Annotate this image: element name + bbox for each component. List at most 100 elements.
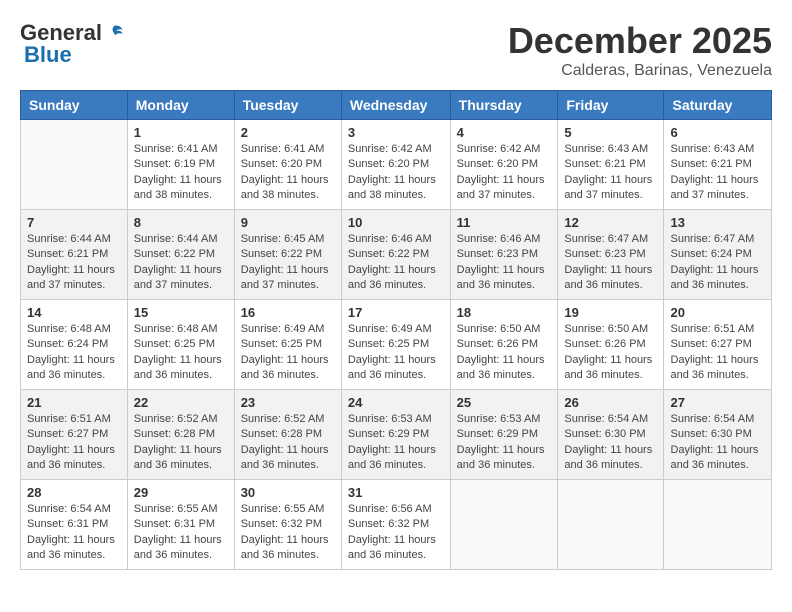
calendar-week-row: 28Sunrise: 6:54 AMSunset: 6:31 PMDayligh… <box>21 480 772 570</box>
day-number: 24 <box>348 395 444 410</box>
day-header-friday: Friday <box>558 91 664 120</box>
day-header-thursday: Thursday <box>450 91 558 120</box>
day-number: 19 <box>564 305 657 320</box>
day-number: 14 <box>27 305 121 320</box>
day-info: Sunrise: 6:47 AMSunset: 6:24 PMDaylight:… <box>670 232 765 294</box>
day-info: Sunrise: 6:44 AMSunset: 6:22 PMDaylight:… <box>134 232 228 294</box>
month-title: December 2025 <box>508 20 772 62</box>
calendar-day-cell: 25 Sunrise: 6:53 AMSunset: 6:29 PMDayligh… <box>450 390 558 480</box>
day-number: 12 <box>564 215 657 230</box>
calendar-day-cell: 9 Sunrise: 6:45 AMSunset: 6:22 PMDaylight… <box>234 210 341 300</box>
calendar-day-cell <box>21 120 128 210</box>
location: Calderas, Barinas, Venezuela <box>508 62 772 80</box>
day-info: Sunrise: 6:46 AMSunset: 6:23 PMDaylight:… <box>457 232 552 294</box>
calendar-day-cell <box>664 480 772 570</box>
day-number: 17 <box>348 305 444 320</box>
day-number: 3 <box>348 125 444 140</box>
calendar-week-row: 1 Sunrise: 6:41 AMSunset: 6:19 PMDaylight… <box>21 120 772 210</box>
day-number: 9 <box>241 215 335 230</box>
day-number: 2 <box>241 125 335 140</box>
calendar-day-cell: 2 Sunrise: 6:41 AMSunset: 6:20 PMDaylight… <box>234 120 341 210</box>
day-number: 22 <box>134 395 228 410</box>
day-info: Sunrise: 6:50 AMSunset: 6:26 PMDaylight:… <box>457 322 552 384</box>
day-header-sunday: Sunday <box>21 91 128 120</box>
day-info: Sunrise: 6:55 AMSunset: 6:31 PMDaylight:… <box>134 502 228 564</box>
calendar-day-cell: 15 Sunrise: 6:48 AMSunset: 6:25 PMDayligh… <box>127 300 234 390</box>
calendar-day-cell: 20 Sunrise: 6:51 AMSunset: 6:27 PMDayligh… <box>664 300 772 390</box>
day-number: 16 <box>241 305 335 320</box>
day-header-monday: Monday <box>127 91 234 120</box>
calendar-day-cell: 5Sunrise: 6:43 AMSunset: 6:21 PMDaylight… <box>558 120 664 210</box>
day-info: Sunrise: 6:52 AMSunset: 6:28 PMDaylight:… <box>241 412 335 474</box>
logo: General Blue <box>20 20 124 68</box>
day-info: Sunrise: 6:49 AMSunset: 6:25 PMDaylight:… <box>241 322 335 384</box>
day-info: Sunrise: 6:51 AMSunset: 6:27 PMDaylight:… <box>670 322 765 384</box>
day-info: Sunrise: 6:54 AMSunset: 6:30 PMDaylight:… <box>670 412 765 474</box>
calendar-day-cell <box>558 480 664 570</box>
logo-blue-text: Blue <box>24 42 72 68</box>
calendar-day-cell: 18Sunrise: 6:50 AMSunset: 6:26 PMDayligh… <box>450 300 558 390</box>
day-info: Sunrise: 6:46 AMSunset: 6:22 PMDaylight:… <box>348 232 444 294</box>
calendar-day-cell: 19 Sunrise: 6:50 AMSunset: 6:26 PMDayligh… <box>558 300 664 390</box>
calendar-day-cell: 26Sunrise: 6:54 AMSunset: 6:30 PMDayligh… <box>558 390 664 480</box>
day-info: Sunrise: 6:53 AMSunset: 6:29 PMDaylight:… <box>457 412 552 474</box>
day-info: Sunrise: 6:45 AMSunset: 6:22 PMDaylight:… <box>241 232 335 294</box>
day-info: Sunrise: 6:42 AMSunset: 6:20 PMDaylight:… <box>348 142 444 204</box>
day-number: 31 <box>348 485 444 500</box>
day-info: Sunrise: 6:55 AMSunset: 6:32 PMDaylight:… <box>241 502 335 564</box>
day-info: Sunrise: 6:56 AMSunset: 6:32 PMDaylight:… <box>348 502 444 564</box>
calendar-day-cell: 27 Sunrise: 6:54 AMSunset: 6:30 PMDayligh… <box>664 390 772 480</box>
day-number: 1 <box>134 125 228 140</box>
day-info: Sunrise: 6:48 AMSunset: 6:25 PMDaylight:… <box>134 322 228 384</box>
calendar-day-cell: 16 Sunrise: 6:49 AMSunset: 6:25 PMDayligh… <box>234 300 341 390</box>
day-number: 10 <box>348 215 444 230</box>
calendar-day-cell: 30 Sunrise: 6:55 AMSunset: 6:32 PMDayligh… <box>234 480 341 570</box>
day-number: 11 <box>457 215 552 230</box>
day-number: 8 <box>134 215 228 230</box>
calendar-day-cell: 24 Sunrise: 6:53 AMSunset: 6:29 PMDayligh… <box>341 390 450 480</box>
calendar-day-cell: 4Sunrise: 6:42 AMSunset: 6:20 PMDaylight… <box>450 120 558 210</box>
day-info: Sunrise: 6:41 AMSunset: 6:19 PMDaylight:… <box>134 142 228 204</box>
day-number: 29 <box>134 485 228 500</box>
day-info: Sunrise: 6:50 AMSunset: 6:26 PMDaylight:… <box>564 322 657 384</box>
day-info: Sunrise: 6:54 AMSunset: 6:31 PMDaylight:… <box>27 502 121 564</box>
day-number: 20 <box>670 305 765 320</box>
logo-bird-icon <box>104 23 124 43</box>
calendar-day-cell: 17 Sunrise: 6:49 AMSunset: 6:25 PMDayligh… <box>341 300 450 390</box>
day-number: 30 <box>241 485 335 500</box>
day-info: Sunrise: 6:53 AMSunset: 6:29 PMDaylight:… <box>348 412 444 474</box>
calendar-day-cell: 31 Sunrise: 6:56 AMSunset: 6:32 PMDayligh… <box>341 480 450 570</box>
calendar-day-cell: 6Sunrise: 6:43 AMSunset: 6:21 PMDaylight… <box>664 120 772 210</box>
day-number: 27 <box>670 395 765 410</box>
calendar-day-cell: 21Sunrise: 6:51 AMSunset: 6:27 PMDayligh… <box>21 390 128 480</box>
day-number: 25 <box>457 395 552 410</box>
calendar-day-cell: 8 Sunrise: 6:44 AMSunset: 6:22 PMDaylight… <box>127 210 234 300</box>
day-number: 4 <box>457 125 552 140</box>
calendar-day-cell: 14 Sunrise: 6:48 AMSunset: 6:24 PMDayligh… <box>21 300 128 390</box>
day-info: Sunrise: 6:49 AMSunset: 6:25 PMDaylight:… <box>348 322 444 384</box>
day-number: 7 <box>27 215 121 230</box>
calendar-day-cell: 7 Sunrise: 6:44 AMSunset: 6:21 PMDaylight… <box>21 210 128 300</box>
calendar-day-cell: 22Sunrise: 6:52 AMSunset: 6:28 PMDayligh… <box>127 390 234 480</box>
day-info: Sunrise: 6:43 AMSunset: 6:21 PMDaylight:… <box>564 142 657 204</box>
day-header-tuesday: Tuesday <box>234 91 341 120</box>
day-header-saturday: Saturday <box>664 91 772 120</box>
calendar-day-cell: 28Sunrise: 6:54 AMSunset: 6:31 PMDayligh… <box>21 480 128 570</box>
day-info: Sunrise: 6:43 AMSunset: 6:21 PMDaylight:… <box>670 142 765 204</box>
calendar-day-cell: 11 Sunrise: 6:46 AMSunset: 6:23 PMDayligh… <box>450 210 558 300</box>
day-number: 15 <box>134 305 228 320</box>
calendar-week-row: 7 Sunrise: 6:44 AMSunset: 6:21 PMDaylight… <box>21 210 772 300</box>
calendar-table: SundayMondayTuesdayWednesdayThursdayFrid… <box>20 90 772 570</box>
day-info: Sunrise: 6:48 AMSunset: 6:24 PMDaylight:… <box>27 322 121 384</box>
day-info: Sunrise: 6:44 AMSunset: 6:21 PMDaylight:… <box>27 232 121 294</box>
day-info: Sunrise: 6:51 AMSunset: 6:27 PMDaylight:… <box>27 412 121 474</box>
day-info: Sunrise: 6:47 AMSunset: 6:23 PMDaylight:… <box>564 232 657 294</box>
calendar-day-cell: 10 Sunrise: 6:46 AMSunset: 6:22 PMDayligh… <box>341 210 450 300</box>
day-header-wednesday: Wednesday <box>341 91 450 120</box>
day-info: Sunrise: 6:41 AMSunset: 6:20 PMDaylight:… <box>241 142 335 204</box>
day-number: 13 <box>670 215 765 230</box>
calendar-day-cell: 1 Sunrise: 6:41 AMSunset: 6:19 PMDaylight… <box>127 120 234 210</box>
calendar-header-row: SundayMondayTuesdayWednesdayThursdayFrid… <box>21 91 772 120</box>
calendar-day-cell: 3 Sunrise: 6:42 AMSunset: 6:20 PMDaylight… <box>341 120 450 210</box>
title-section: December 2025 Calderas, Barinas, Venezue… <box>508 20 772 80</box>
